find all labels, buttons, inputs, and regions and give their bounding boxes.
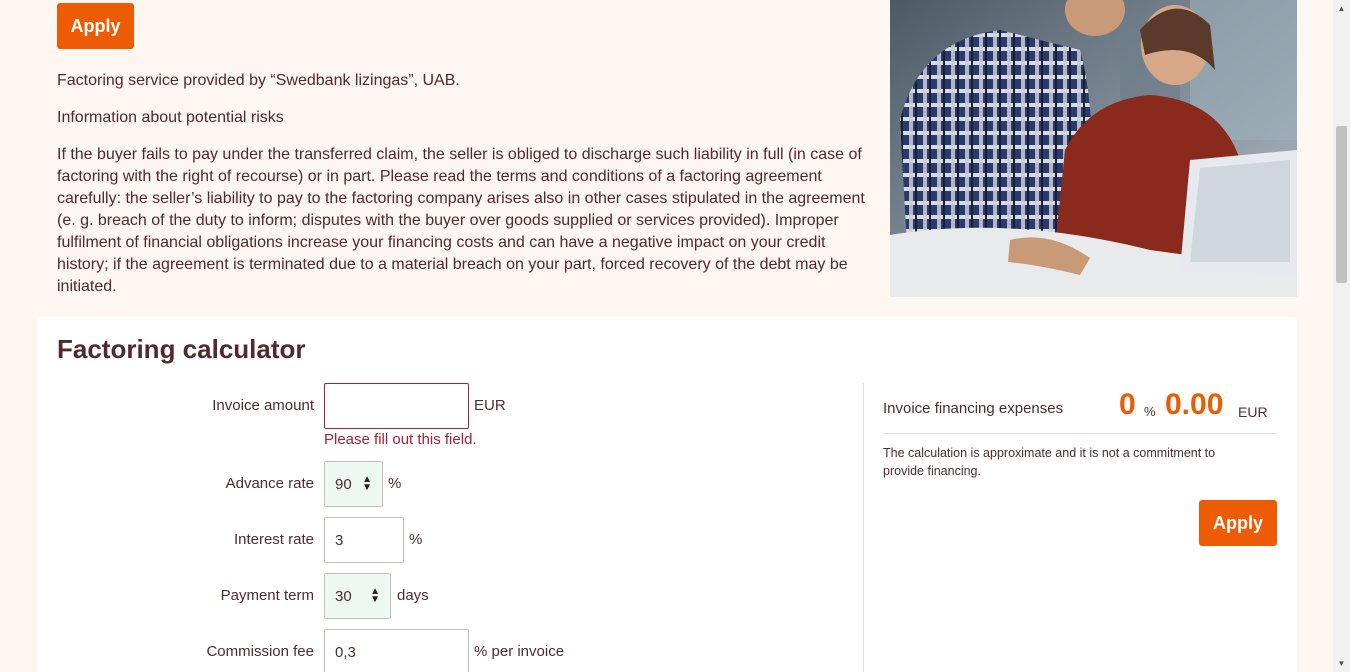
advance-rate-value: 90 <box>335 475 352 493</box>
factoring-calculator: Factoring calculator Invoice amount EUR … <box>37 317 1297 672</box>
invoice-amount-error: Please fill out this field. <box>324 431 477 448</box>
intro-section: Factoring service provided by “Swedbank … <box>57 70 872 313</box>
advance-rate-label: Advance rate <box>225 475 314 492</box>
column-divider <box>863 383 864 672</box>
interest-rate-unit: % <box>409 531 423 548</box>
provider-text: Factoring service provided by “Swedbank … <box>57 72 460 89</box>
payment-term-label: Payment term <box>220 587 314 604</box>
advance-rate-select[interactable]: 90 ▲ ▼ <box>324 461 383 507</box>
advance-rate-unit: % <box>388 475 402 492</box>
interest-rate-label: Interest rate <box>233 531 314 548</box>
apply-button-calculator[interactable]: Apply <box>1199 500 1277 546</box>
invoice-amount-unit: EUR <box>474 397 506 414</box>
financing-expenses-currency: EUR <box>1238 404 1268 420</box>
scroll-up-icon[interactable]: ▲ <box>1333 4 1350 13</box>
people-at-laptop-image <box>890 0 1297 297</box>
invoice-amount-label: Invoice amount <box>212 397 314 414</box>
invoice-amount-input[interactable] <box>324 383 469 429</box>
result-divider <box>883 433 1277 434</box>
risks-heading: Information about potential risks <box>57 109 284 126</box>
calculation-disclaimer: The calculation is approximate and it is… <box>883 446 1216 478</box>
commission-fee-unit: % per invoice <box>474 643 565 660</box>
apply-button-top[interactable]: Apply <box>57 3 134 49</box>
payment-term-value: 30 <box>335 587 352 605</box>
financing-expenses-percent: 0 <box>1119 388 1136 421</box>
vertical-scrollbar[interactable]: ▲ ▼ <box>1333 0 1350 672</box>
scroll-down-icon[interactable]: ▼ <box>1333 659 1350 668</box>
commission-fee-input[interactable]: 0,3 <box>324 629 469 672</box>
up-down-arrows-icon: ▲ ▼ <box>370 586 380 605</box>
financing-expenses-label: Invoice financing expenses <box>883 400 1064 417</box>
interest-rate-input[interactable]: 3 <box>324 517 404 563</box>
payment-term-unit: days <box>397 587 429 604</box>
risks-text: If the buyer fails to pay under the tran… <box>57 146 865 295</box>
payment-term-select[interactable]: 30 ▲ ▼ <box>324 573 391 619</box>
commission-fee-label: Commission fee <box>206 643 314 660</box>
up-down-arrows-icon: ▲ ▼ <box>362 474 372 493</box>
scrollbar-thumb[interactable] <box>1336 126 1347 283</box>
financing-expenses-percent-sign: % <box>1144 404 1156 419</box>
financing-expenses-amount: 0.00 <box>1165 388 1224 421</box>
calculator-title: Factoring calculator <box>57 334 306 364</box>
